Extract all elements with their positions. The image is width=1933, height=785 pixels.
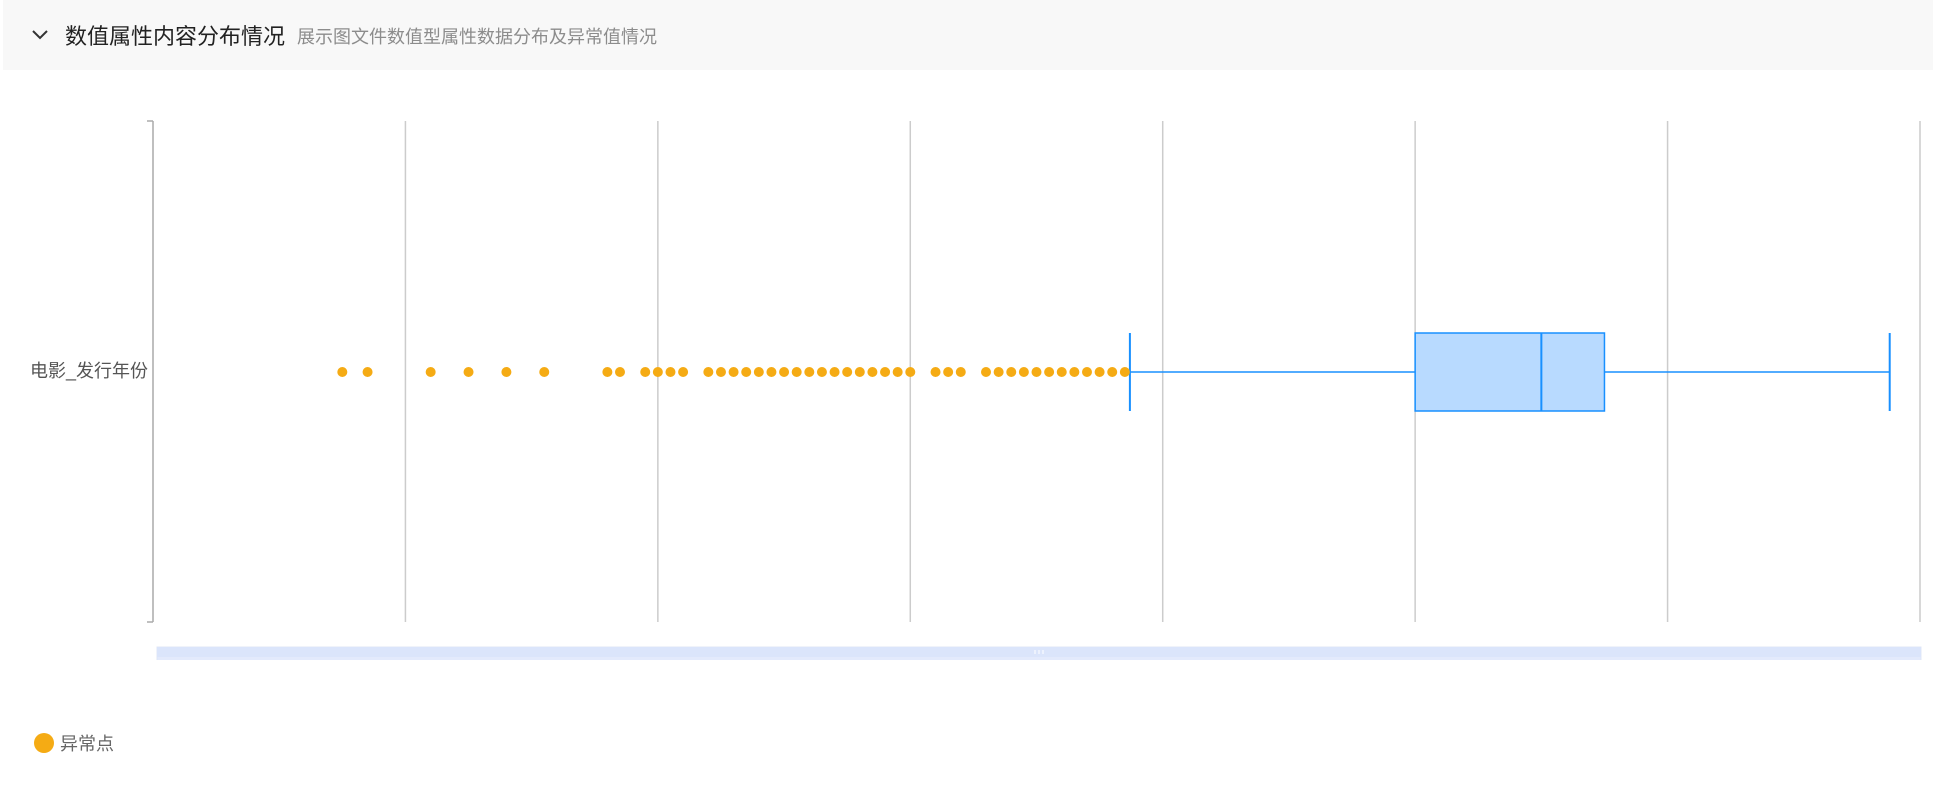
panel-subtitle: 展示图文件数值型属性数据分布及异常值情况 — [297, 27, 658, 48]
zoom-slider-selection[interactable] — [157, 657, 1921, 660]
outlier-point — [816, 367, 827, 377]
outlier-point — [1018, 367, 1029, 377]
outlier-point — [728, 367, 739, 377]
outlier-point — [703, 367, 714, 377]
outlier-point — [955, 367, 966, 377]
legend[interactable]: 异常点 — [34, 730, 114, 756]
outlier-point — [652, 367, 663, 377]
legend-label-outlier: 异常点 — [60, 734, 114, 755]
outlier-point — [867, 367, 878, 377]
outlier-point — [1056, 367, 1067, 377]
boxplot-chart: 电影_发行年份 — [30, 120, 1922, 660]
outlier-point — [1094, 367, 1105, 377]
panel-header: 数值属性内容分布情况 展示图文件数值型属性数据分布及异常值情况 — [3, 0, 1933, 70]
outlier-point — [1006, 367, 1017, 377]
outlier-point — [791, 367, 802, 377]
outlier-point — [614, 367, 625, 377]
outlier-point — [766, 367, 777, 377]
outlier-point — [1119, 367, 1130, 377]
outlier-point — [1069, 367, 1080, 377]
outlier-point — [943, 367, 954, 377]
outlier-point — [905, 367, 916, 377]
outlier-point — [993, 367, 1004, 377]
chevron-down-icon[interactable] — [25, 20, 55, 50]
iqr-box — [1414, 332, 1606, 412]
outlier-point — [930, 367, 941, 377]
outlier-point — [337, 367, 348, 377]
y-category-label: 电影_发行年份 — [30, 361, 148, 382]
outlier-point — [779, 367, 790, 377]
outlier-point — [1081, 367, 1092, 377]
boxplot-chart-area: 电影_发行年份 异常点 — [0, 70, 1933, 785]
outlier-point — [854, 367, 865, 377]
outlier-point — [829, 367, 840, 377]
outlier-point — [463, 367, 474, 377]
outlier-point — [715, 367, 726, 377]
outlier-point — [804, 367, 815, 377]
outlier-point — [880, 367, 891, 377]
outlier-point — [753, 367, 764, 377]
outlier-point — [1044, 367, 1055, 377]
outlier-point — [640, 367, 651, 377]
legend-swatch-outlier — [34, 733, 54, 753]
panel-title: 数值属性内容分布情况 — [65, 25, 286, 50]
outlier-point — [362, 367, 373, 377]
outlier-point — [602, 367, 613, 377]
outlier-point — [741, 367, 752, 377]
outlier-point — [678, 367, 689, 377]
outlier-point — [501, 367, 512, 377]
outlier-point — [1107, 367, 1118, 377]
outlier-point — [665, 367, 676, 377]
outlier-point — [892, 367, 903, 377]
outlier-point — [539, 367, 550, 377]
outlier-point — [425, 367, 436, 377]
outlier-point — [981, 367, 992, 377]
outlier-point — [842, 367, 853, 377]
outlier-point — [1031, 367, 1042, 377]
